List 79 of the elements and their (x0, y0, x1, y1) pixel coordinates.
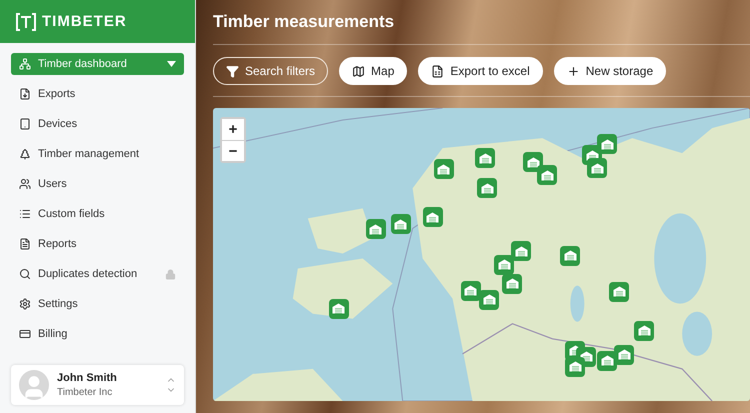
storage-marker[interactable] (523, 152, 544, 172)
warehouse-icon (464, 285, 478, 296)
storage-marker[interactable] (390, 214, 411, 234)
users-icon (19, 178, 31, 190)
user-name: John Smith (57, 372, 118, 384)
filter-icon (226, 64, 239, 78)
warehouse-icon (600, 138, 614, 150)
storage-marker[interactable] (479, 290, 500, 310)
sidebar-item[interactable]: Exports (11, 79, 184, 109)
storage-marker[interactable] (511, 241, 532, 262)
storage-marker[interactable] (597, 134, 618, 154)
spreadsheet-icon (431, 64, 444, 78)
sidebar-item[interactable]: Billing (11, 319, 184, 349)
warehouse-icon (478, 152, 492, 164)
warehouse-icon (482, 294, 496, 306)
warehouse-icon (612, 286, 626, 298)
storage-marker[interactable] (477, 178, 498, 198)
toolbar-button[interactable]: New storage (554, 57, 666, 85)
storage-marker[interactable] (494, 254, 514, 275)
credit-card-icon (19, 328, 31, 340)
logo-icon (16, 12, 36, 30)
toolbar-button[interactable]: Map (339, 57, 408, 85)
storage-marker[interactable] (614, 344, 634, 365)
sidebar-item[interactable]: Timber management (11, 139, 184, 169)
user-card[interactable]: John Smith Timbeter Inc (11, 365, 184, 405)
warehouse-icon (618, 349, 631, 360)
toolbar-button[interactable]: Search filters (213, 57, 328, 85)
warehouse-icon (526, 156, 540, 168)
search-icon (19, 268, 31, 280)
document-icon (19, 238, 31, 250)
storage-marker[interactable] (560, 246, 580, 266)
storage-marker[interactable] (475, 148, 496, 168)
page-title: Timber measurements (213, 0, 750, 45)
storage-marker[interactable] (502, 274, 522, 294)
toolbar-button[interactable]: Export to excel (418, 57, 543, 85)
warehouse-icon (369, 224, 382, 235)
storage-marker[interactable] (366, 219, 386, 240)
company-name: Timbeter Inc (57, 387, 114, 398)
warehouse-icon (498, 259, 511, 270)
sidebar-item[interactable]: Timber dashboard (11, 53, 184, 75)
warehouse-icon (506, 278, 519, 290)
storage-marker[interactable] (328, 298, 349, 319)
map[interactable]: + − (213, 108, 750, 401)
zoom-button[interactable]: − (222, 140, 244, 161)
warehouse-icon (638, 325, 651, 336)
tablet-icon (19, 118, 31, 130)
settings-icon (19, 298, 31, 310)
brand-name: TIMBETER (42, 13, 127, 30)
sidebar-item[interactable]: Duplicates detection (11, 259, 184, 289)
storage-marker[interactable] (537, 165, 558, 186)
sidebar-item[interactable]: Devices (11, 109, 184, 139)
storage-marker[interactable] (565, 356, 586, 377)
warehouse-icon (514, 246, 528, 257)
hierarchy-icon (19, 58, 31, 70)
sidebar-item[interactable]: Users (11, 169, 184, 199)
warehouse-icon (480, 182, 494, 194)
storage-marker[interactable] (634, 320, 654, 341)
warehouse-icon (540, 170, 554, 181)
warehouse-icon (426, 212, 440, 223)
storage-marker[interactable] (609, 282, 630, 302)
tree-icon (19, 148, 31, 160)
plus-icon (566, 64, 580, 78)
warehouse-icon (332, 303, 346, 314)
warehouse-icon (564, 250, 577, 261)
warehouse-icon (590, 162, 604, 174)
sidebar-item[interactable]: Reports (11, 229, 184, 259)
storage-marker[interactable] (422, 207, 443, 228)
map-icon (352, 64, 366, 78)
warehouse-icon (437, 164, 450, 175)
warehouse-icon (394, 218, 408, 230)
file-download-icon (19, 88, 31, 100)
storage-marker[interactable] (587, 158, 608, 178)
sidebar-item[interactable]: Custom fields (11, 199, 184, 229)
caret-icon (167, 61, 176, 67)
warehouse-icon (568, 361, 582, 372)
storage-marker[interactable] (434, 159, 454, 180)
sidebar-item[interactable]: Settings (11, 289, 184, 319)
warehouse-icon (600, 355, 614, 366)
avatar (19, 370, 49, 400)
